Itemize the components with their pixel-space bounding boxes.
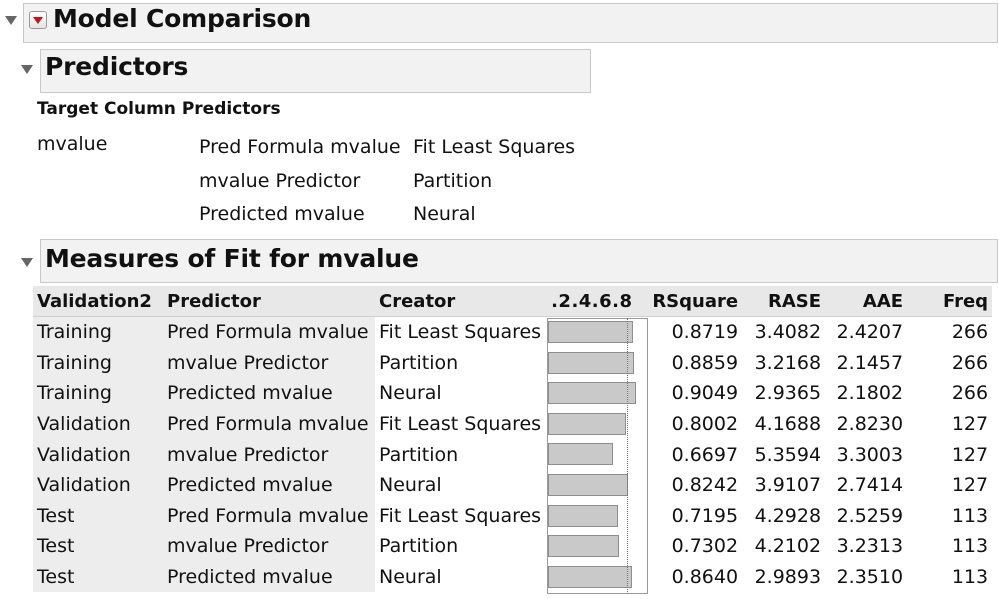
cell-creator: Neural (379, 474, 442, 497)
column-header-validation[interactable]: Validation2 (33, 286, 163, 317)
cell-predictor: Predicted mvalue (163, 378, 375, 409)
cell-rsquare: 0.8242 (671, 474, 739, 497)
column-header-rsquare[interactable]: RSquare (647, 286, 743, 317)
column-header-aae[interactable]: AAE (825, 286, 908, 317)
cell-aae: 3.3003 (836, 443, 904, 466)
cell-freq: 266 (951, 321, 989, 344)
cell-rsquare: 0.8002 (671, 413, 739, 436)
cell-aae: 2.1802 (836, 382, 904, 405)
cell-rase: 4.2928 (754, 504, 822, 527)
cell-rsquare: 0.8719 (671, 321, 739, 344)
cell-rsquare: 0.7302 (671, 535, 739, 558)
cell-rase: 4.1688 (754, 413, 822, 436)
table-row: Training mvalue Predictor Partition 0.8859 3… (33, 347, 992, 379)
predictor-creator: Fit Least Squares (413, 136, 576, 158)
cell-rase: 3.4082 (754, 321, 822, 344)
cell-rase: 5.3594 (754, 443, 822, 466)
cell-validation: Validation (33, 469, 163, 501)
cell-creator: Neural (379, 566, 442, 589)
cell-creator: Partition (379, 351, 459, 374)
red-triangle-menu-icon[interactable] (29, 11, 47, 29)
column-header-rase[interactable]: RASE (742, 286, 826, 317)
cell-rsquare: 0.6697 (671, 443, 739, 466)
column-header-creator[interactable]: Creator (375, 286, 546, 317)
measures-of-fit-title: Measures of Fit for mvalue (45, 244, 419, 273)
cell-rase: 3.2168 (754, 351, 822, 374)
cell-rase: 2.9365 (754, 382, 822, 405)
cell-predictor: mvalue Predictor (163, 531, 375, 562)
table-row: Training Predicted mvalue Neural 0.9049 2.93… (33, 378, 992, 409)
cell-aae: 2.1457 (836, 351, 904, 374)
cell-rase: 4.2102 (754, 535, 822, 558)
cell-validation: Validation (33, 408, 163, 440)
cell-freq: 127 (951, 474, 989, 497)
table-row: Test Pred Formula mvalue Fit Least Squares… (33, 500, 992, 532)
cell-creator: Partition (379, 443, 459, 466)
cell-predictor: mvalue Predictor (163, 347, 375, 379)
cell-rsquare: 0.7195 (671, 504, 739, 527)
cell-freq: 113 (951, 504, 989, 527)
cell-creator: Neural (379, 382, 442, 405)
cell-predictor: Pred Formula mvalue (163, 316, 375, 348)
rsquare-reference-line (627, 318, 628, 594)
cell-predictor: Predicted mvalue (163, 561, 375, 593)
cell-validation: Test (33, 531, 163, 562)
predictor-name: Predicted mvalue (199, 203, 365, 225)
cell-validation: Test (33, 561, 163, 593)
cell-validation: Test (33, 500, 163, 532)
measures-of-fit-table: Validation2 Predictor Creator .2.4.6.8 R… (33, 286, 993, 593)
cell-freq: 266 (951, 382, 989, 405)
cell-freq: 113 (951, 535, 989, 558)
predictor-name: Pred Formula mvalue (199, 136, 401, 158)
cell-aae: 2.7414 (836, 474, 904, 497)
predictor-creator: Neural (413, 203, 476, 225)
predictor-creator: Partition (413, 170, 493, 192)
target-column: mvalue (37, 133, 108, 155)
disclosure-triangle-icon[interactable] (21, 65, 33, 74)
disclosure-triangle-icon[interactable] (5, 16, 17, 25)
cell-validation: Training (33, 378, 163, 409)
cell-creator: Fit Least Squares (379, 504, 542, 527)
rsquare-bar-chart-frame (547, 318, 648, 594)
target-column-predictors-heading: Target Column Predictors (37, 99, 281, 119)
page-title: Model Comparison (53, 4, 312, 33)
cell-aae: 3.2313 (836, 535, 904, 558)
cell-rsquare: 0.8859 (671, 351, 739, 374)
cell-freq: 266 (951, 351, 989, 374)
column-header-freq[interactable]: Freq (907, 286, 993, 317)
column-header-predictor[interactable]: Predictor (163, 286, 375, 317)
cell-validation: Training (33, 347, 163, 379)
cell-freq: 113 (951, 566, 989, 589)
column-header-rsquare-axis: .2.4.6.8 (545, 286, 648, 317)
cell-validation: Validation (33, 439, 163, 470)
cell-predictor: mvalue Predictor (163, 439, 375, 470)
predictor-name: mvalue Predictor (199, 170, 361, 192)
cell-rase: 3.9107 (754, 474, 822, 497)
table-row: Validation mvalue Predictor Partition 0.669… (33, 439, 992, 470)
cell-creator: Fit Least Squares (379, 413, 542, 436)
cell-validation: Training (33, 316, 163, 348)
table-row: Validation Pred Formula mvalue Fit Least S… (33, 408, 992, 440)
cell-predictor: Predicted mvalue (163, 469, 375, 501)
table-row: Training Pred Formula mvalue Fit Least Squ… (33, 316, 992, 348)
cell-freq: 127 (951, 443, 989, 466)
table-header-row: Validation2 Predictor Creator .2.4.6.8 R… (33, 286, 993, 317)
cell-aae: 2.5259 (836, 504, 904, 527)
predictors-title: Predictors (45, 52, 189, 81)
cell-aae: 2.4207 (836, 321, 904, 344)
table-row: Validation Predicted mvalue Neural 0.8242 3.… (33, 469, 992, 501)
table-row: Test Predicted mvalue Neural 0.8640 2.9893 2.… (33, 561, 992, 593)
cell-rase: 2.9893 (754, 566, 822, 589)
cell-rsquare: 0.9049 (671, 382, 739, 405)
cell-predictor: Pred Formula mvalue (163, 500, 375, 532)
cell-freq: 127 (951, 413, 989, 436)
cell-creator: Partition (379, 535, 459, 558)
cell-aae: 2.3510 (836, 566, 904, 589)
cell-creator: Fit Least Squares (379, 321, 542, 344)
table-row: Test mvalue Predictor Partition 0.7302 4.210… (33, 531, 992, 562)
disclosure-triangle-icon[interactable] (21, 258, 33, 267)
cell-aae: 2.8230 (836, 413, 904, 436)
cell-predictor: Pred Formula mvalue (163, 408, 375, 440)
cell-rsquare: 0.8640 (671, 566, 739, 589)
